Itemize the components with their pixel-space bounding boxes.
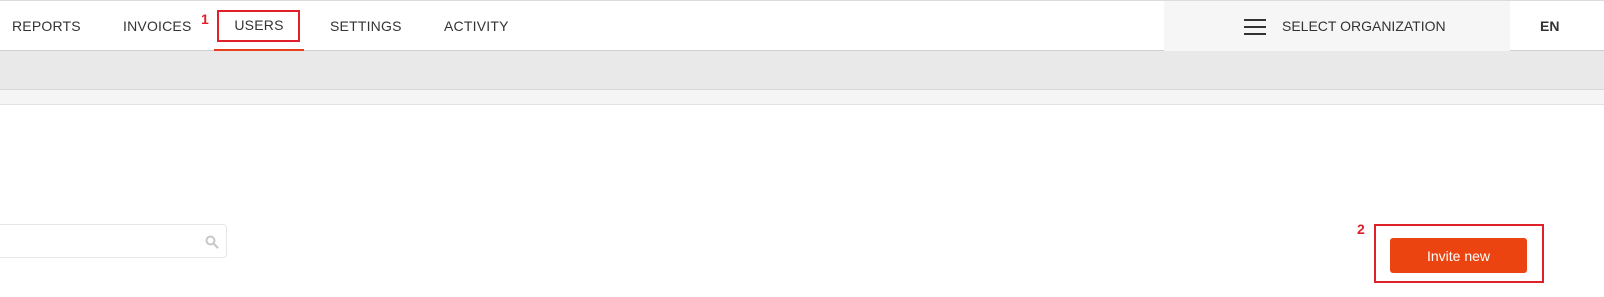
nav-reports[interactable]: REPORTS <box>12 1 81 51</box>
subheader-bar <box>0 51 1604 90</box>
callout-number-2: 2 <box>1357 221 1365 237</box>
callout-number-1: 1 <box>201 11 209 27</box>
nav-settings[interactable]: SETTINGS <box>330 1 402 51</box>
nav-activity[interactable]: ACTIVITY <box>444 1 509 51</box>
search-field[interactable] <box>0 224 227 259</box>
nav-invoices[interactable]: INVOICES <box>123 1 192 51</box>
hamburger-menu-icon <box>1244 19 1266 35</box>
callout-box-1 <box>217 10 300 42</box>
select-organization-label: SELECT ORGANIZATION <box>1282 18 1446 34</box>
language-selector[interactable]: EN <box>1540 1 1559 51</box>
callout-box-2 <box>1374 224 1544 283</box>
subheader-divider <box>0 90 1604 105</box>
search-input[interactable] <box>1 225 195 259</box>
select-organization-button[interactable]: SELECT ORGANIZATION <box>1164 1 1510 51</box>
search-icon[interactable] <box>205 235 219 249</box>
